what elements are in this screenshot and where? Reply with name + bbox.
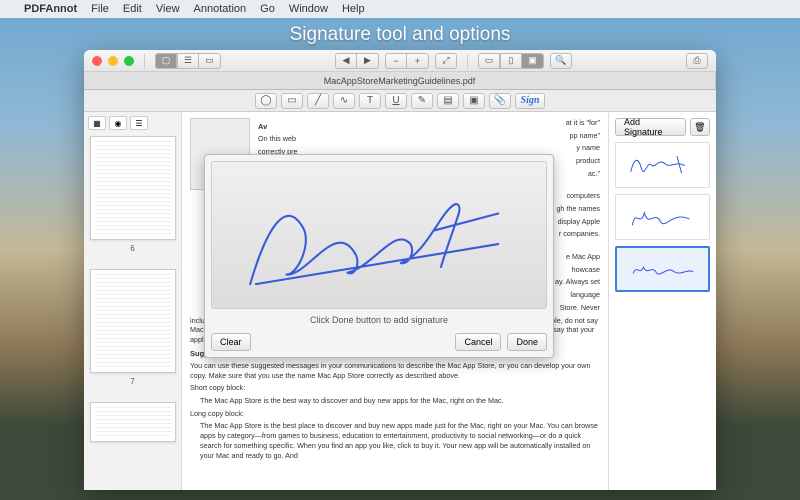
view-mode-group: ▭ ▯ ▣ [478,53,544,69]
page-thumbnail-7[interactable] [90,269,176,373]
delete-signature-button[interactable]: 🗑 [690,118,710,136]
sidebar-none-button[interactable]: ▭ [199,53,221,69]
thumbs-list-icon[interactable]: ◉ [109,116,127,130]
signature-hint: Click Done button to add signature [205,315,553,325]
tab-title: MacAppStoreMarketingGuidelines.pdf [324,76,476,86]
document-tabbar: MacAppStoreMarketingGuidelines.pdf [84,72,716,90]
add-signature-button[interactable]: Add Signature [615,118,686,136]
sign-tool[interactable]: Sign [515,93,545,109]
doc-heading-av: Av [258,122,522,132]
annotate-mode-button[interactable]: ▣ [522,53,544,69]
note-tool[interactable]: ▤ [437,93,459,109]
zoom-button[interactable] [124,56,134,66]
cancel-signature-button[interactable]: Cancel [455,333,501,351]
minimize-button[interactable] [108,56,118,66]
nav-group: ◀ ▶ [335,53,379,69]
next-page-button[interactable]: ▶ [357,53,379,69]
freehand-tool[interactable]: ∿ [333,93,355,109]
app-name[interactable]: PDFAnnot [24,3,77,15]
attach-tool[interactable]: 📎 [489,93,511,109]
page-thumbnail-6[interactable] [90,136,176,240]
menu-window[interactable]: Window [289,3,328,15]
heading-long: Long copy block: [190,409,600,419]
close-button[interactable] [92,56,102,66]
window-titlebar: ▢ ☰ ▭ ◀ ▶ − + ⤢ ▭ ▯ ▣ 🔍 ⎙ [84,50,716,72]
search-button[interactable]: 🔍 [550,53,572,69]
zoom-in-button[interactable]: + [407,53,429,69]
thumbs-grid-icon[interactable]: ▦ [88,116,106,130]
thumb-label: 7 [130,377,134,386]
hand-tool-button[interactable]: ▯ [500,53,522,69]
rect-tool[interactable]: ▭ [281,93,303,109]
traffic-lights [92,56,134,66]
marketing-banner: Signature tool and options [0,18,800,52]
prev-page-button[interactable]: ◀ [335,53,357,69]
select-tool-button[interactable]: ▭ [478,53,500,69]
page-thumbnail-next[interactable] [90,402,176,442]
saved-signature-2[interactable] [615,194,710,240]
line-tool[interactable]: ╱ [307,93,329,109]
document-tab[interactable]: MacAppStoreMarketingGuidelines.pdf [84,72,716,89]
menu-edit[interactable]: Edit [123,3,142,15]
annotation-toolbar: ◯ ▭ ╱ ∿ T U ✎ ▤ ▣ 📎 Sign [84,90,716,112]
done-signature-button[interactable]: Done [507,333,547,351]
sidebar-mode-group: ▢ ☰ ▭ [155,53,221,69]
menu-go[interactable]: Go [260,3,275,15]
menu-view[interactable]: View [156,3,180,15]
thumb-label: 6 [130,244,134,253]
sidebar-outline-button[interactable]: ☰ [177,53,199,69]
highlight-tool[interactable]: ✎ [411,93,433,109]
heading-short: Short copy block: [190,383,600,393]
macos-menubar: PDFAnnot File Edit View Annotation Go Wi… [0,0,800,18]
zoom-out-button[interactable]: − [385,53,407,69]
circle-tool[interactable]: ◯ [255,93,277,109]
app-window: ▢ ☰ ▭ ◀ ▶ − + ⤢ ▭ ▯ ▣ 🔍 ⎙ MacAppStoreMar… [84,50,716,490]
underline-tool[interactable]: U [385,93,407,109]
signature-canvas[interactable] [211,161,547,309]
saved-signature-1[interactable] [615,142,710,188]
signatures-panel: Add Signature 🗑 [608,112,716,490]
text-tool[interactable]: T [359,93,381,109]
zoom-group: − + [385,53,429,69]
signature-capture-popover: Click Done button to add signature Clear… [204,154,554,358]
print-button[interactable]: ⎙ [686,53,708,69]
menu-annotation[interactable]: Annotation [194,3,247,15]
thumbnail-sidebar: ▦ ◉ ☰ 6 7 [84,112,182,490]
sidebar-thumbnails-button[interactable]: ▢ [155,53,177,69]
thumbs-filter-icon[interactable]: ☰ [130,116,148,130]
zoom-select-button[interactable]: ⤢ [435,53,457,69]
stamp-tool[interactable]: ▣ [463,93,485,109]
clear-signature-button[interactable]: Clear [211,333,251,351]
menu-help[interactable]: Help [342,3,365,15]
saved-signature-3-selected[interactable] [615,246,710,292]
menu-file[interactable]: File [91,3,109,15]
